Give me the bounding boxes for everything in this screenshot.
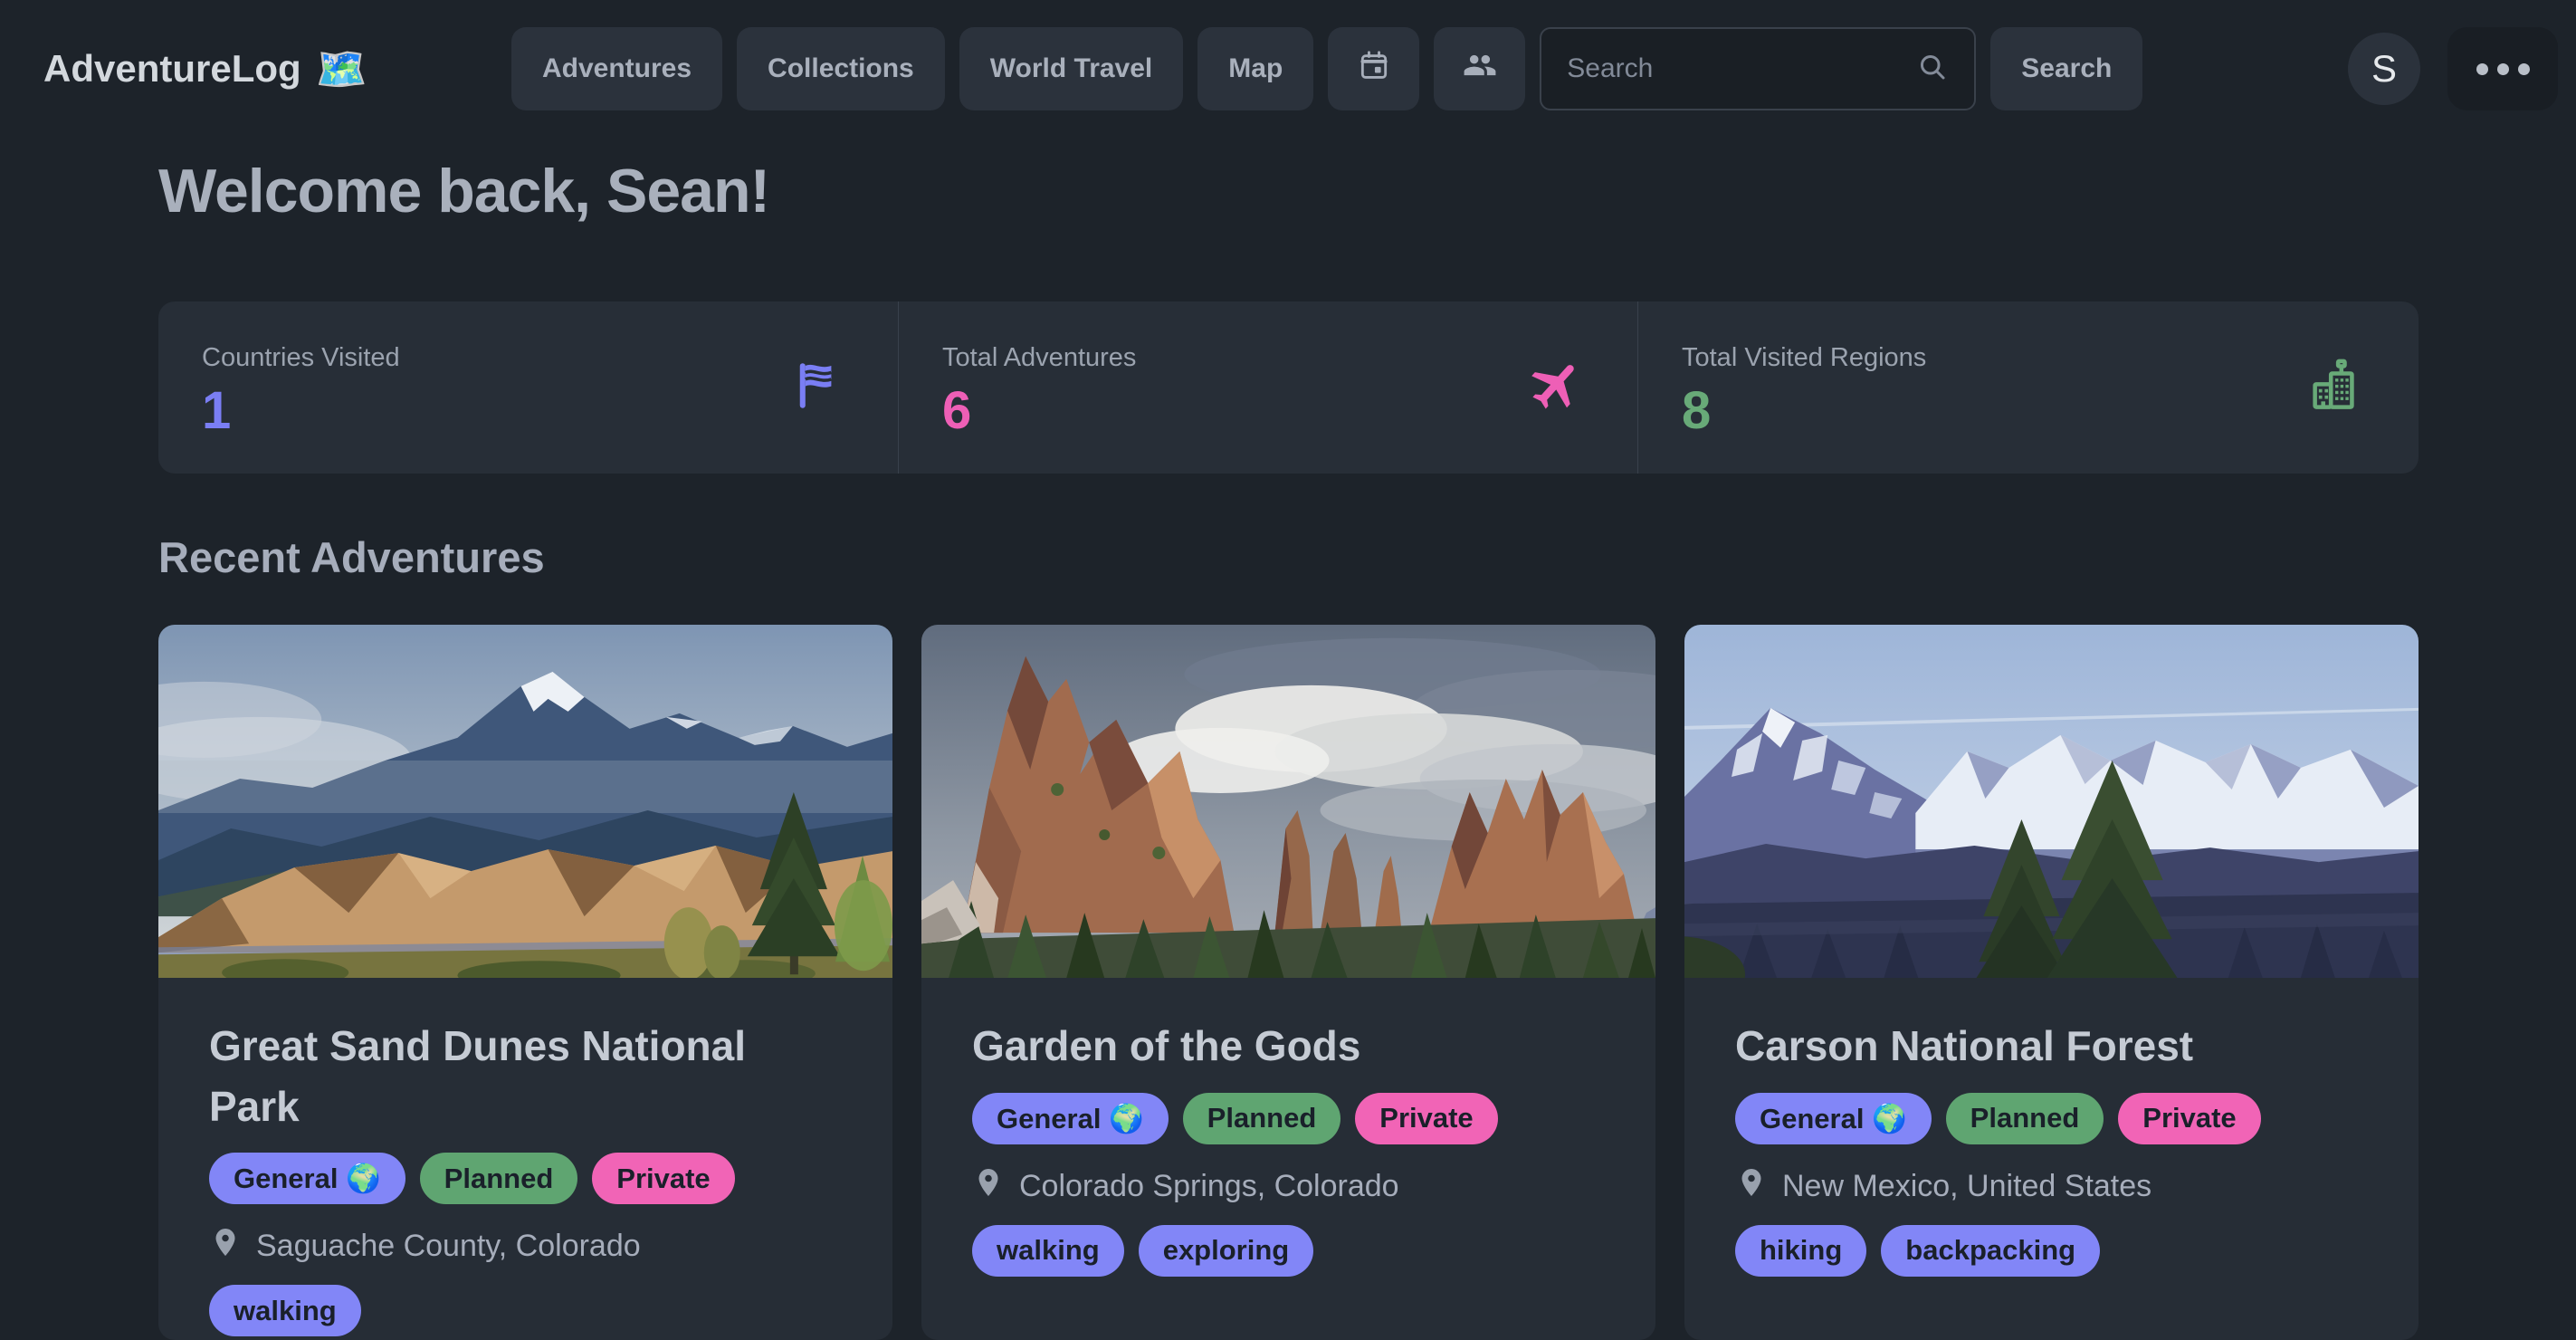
- nav-world-travel-button[interactable]: World Travel: [959, 27, 1184, 110]
- tag-row: walking: [209, 1285, 842, 1336]
- ellipsis-icon: [2476, 63, 2530, 75]
- stat-value: 8: [1682, 380, 2375, 441]
- card-body: Garden of the Gods General 🌍 Planned Pri…: [921, 978, 1655, 1277]
- category-badge: General 🌍: [972, 1093, 1169, 1144]
- location-text: Colorado Springs, Colorado: [1019, 1169, 1399, 1204]
- category-badge: General 🌍: [1735, 1093, 1932, 1144]
- badge-row: General 🌍 Planned Private: [1735, 1093, 2368, 1144]
- adventure-title[interactable]: Carson National Forest: [1735, 1016, 2333, 1077]
- location-text: New Mexico, United States: [1782, 1169, 2151, 1204]
- shared-users-button[interactable]: [1434, 27, 1525, 110]
- stat-total-adventures: Total Adventures 6: [898, 302, 1637, 474]
- nav-group: Adventures Collections World Travel Map: [511, 27, 2142, 110]
- status-badge: Planned: [420, 1153, 578, 1204]
- search-icon: [1916, 51, 1949, 88]
- stat-value: 1: [202, 380, 854, 441]
- adventure-photo: [1684, 625, 2419, 978]
- search-box: [1540, 27, 1976, 110]
- stat-total-visited-regions: Total Visited Regions 8: [1637, 302, 2419, 474]
- adventure-card-great-sand-dunes[interactable]: Great Sand Dunes National Park General 🌍…: [158, 625, 892, 1340]
- user-avatar[interactable]: S: [2348, 33, 2420, 105]
- brand-logo[interactable]: AdventureLog 🗺️: [43, 0, 367, 138]
- location-row: New Mexico, United States: [1735, 1166, 2368, 1207]
- location-text: Saguache County, Colorado: [256, 1229, 641, 1264]
- stats-panel: Countries Visited 1 Total Adventures 6: [158, 302, 2419, 474]
- map-pin-icon: [209, 1226, 242, 1267]
- adventure-photo: [158, 625, 892, 978]
- recent-adventures-heading: Recent Adventures: [158, 532, 545, 582]
- avatar-initial: S: [2371, 47, 2397, 91]
- calendar-button[interactable]: [1328, 27, 1419, 110]
- visibility-badge: Private: [2118, 1093, 2260, 1144]
- activity-tag: walking: [209, 1285, 361, 1336]
- visibility-badge: Private: [592, 1153, 734, 1204]
- adventure-photo: [921, 625, 1655, 978]
- map-pin-icon: [1735, 1166, 1768, 1207]
- adventure-card-garden-of-the-gods[interactable]: Garden of the Gods General 🌍 Planned Pri…: [921, 625, 1655, 1340]
- users-icon: [1463, 48, 1497, 90]
- map-emoji-icon: 🗺️: [316, 48, 367, 90]
- badge-row: General 🌍 Planned Private: [209, 1153, 842, 1204]
- adventure-card-carson-national-forest[interactable]: Carson National Forest General 🌍 Planned…: [1684, 625, 2419, 1340]
- stat-label: Total Visited Regions: [1682, 343, 2375, 373]
- stat-countries-visited: Countries Visited 1: [158, 302, 898, 474]
- map-pin-icon: [972, 1166, 1005, 1207]
- welcome-heading: Welcome back, Sean!: [158, 156, 769, 226]
- activity-tag: hiking: [1735, 1225, 1866, 1277]
- overflow-menu-button[interactable]: [2447, 27, 2558, 110]
- city-icon: [2306, 355, 2368, 421]
- nav-collections-button[interactable]: Collections: [737, 27, 945, 110]
- location-row: Saguache County, Colorado: [209, 1226, 842, 1267]
- calendar-icon: [1357, 48, 1391, 90]
- search-submit-button[interactable]: Search: [1990, 27, 2142, 110]
- category-badge: General 🌍: [209, 1153, 405, 1204]
- flag-icon: [787, 356, 847, 420]
- card-body: Carson National Forest General 🌍 Planned…: [1684, 978, 2419, 1277]
- activity-tag: backpacking: [1881, 1225, 2100, 1277]
- badge-row: General 🌍 Planned Private: [972, 1093, 1605, 1144]
- airplane-icon: [1527, 356, 1587, 420]
- tag-row: hiking backpacking: [1735, 1225, 2368, 1277]
- search-input[interactable]: [1567, 53, 1916, 84]
- activity-tag: exploring: [1139, 1225, 1314, 1277]
- stat-value: 6: [942, 380, 1594, 441]
- activity-tag: walking: [972, 1225, 1124, 1277]
- card-body: Great Sand Dunes National Park General 🌍…: [158, 978, 892, 1336]
- status-badge: Planned: [1946, 1093, 2104, 1144]
- adventurelog-app: AdventureLog 🗺️ Adventures Collections W…: [0, 0, 2576, 1318]
- status-badge: Planned: [1183, 1093, 1341, 1144]
- adventure-cards: Great Sand Dunes National Park General 🌍…: [158, 625, 2419, 1340]
- stat-label: Total Adventures: [942, 343, 1594, 373]
- location-row: Colorado Springs, Colorado: [972, 1166, 1605, 1207]
- nav-adventures-button[interactable]: Adventures: [511, 27, 722, 110]
- brand-name: AdventureLog: [43, 47, 301, 91]
- tag-row: walking exploring: [972, 1225, 1605, 1277]
- navbar: AdventureLog 🗺️ Adventures Collections W…: [0, 0, 2576, 138]
- visibility-badge: Private: [1355, 1093, 1497, 1144]
- nav-map-button[interactable]: Map: [1197, 27, 1313, 110]
- adventure-title[interactable]: Garden of the Gods: [972, 1016, 1569, 1077]
- adventure-title[interactable]: Great Sand Dunes National Park: [209, 1016, 806, 1136]
- stat-label: Countries Visited: [202, 343, 854, 373]
